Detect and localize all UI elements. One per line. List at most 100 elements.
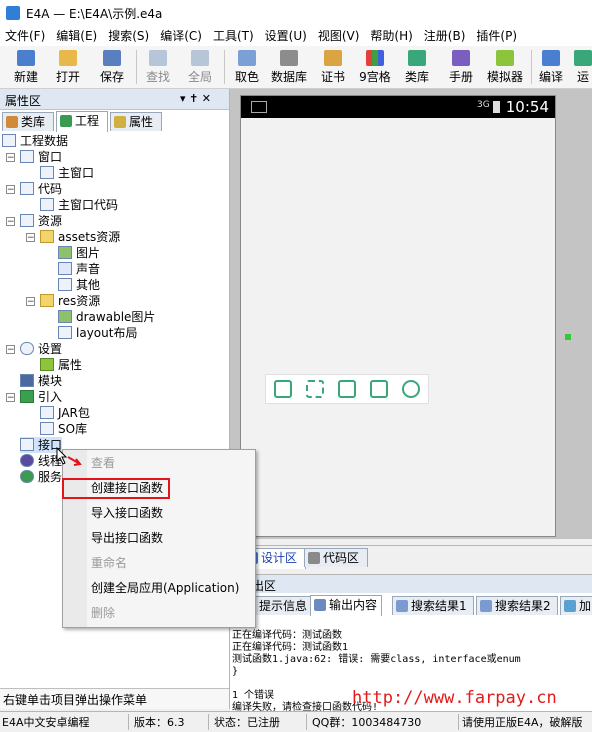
- tab-more[interactable]: 加: [560, 596, 592, 615]
- tab-library[interactable]: 类库: [2, 112, 54, 131]
- menu-settings[interactable]: 设置(U): [260, 26, 313, 44]
- global-button[interactable]: 全局: [182, 48, 218, 86]
- code-icon: [20, 182, 34, 195]
- collapse-toggle[interactable]: −: [6, 393, 15, 403]
- toolbar-separator: [531, 50, 532, 84]
- phone-preview[interactable]: 3G 10:54: [240, 95, 556, 537]
- panel-tabs: 类库 工程 属性: [0, 111, 229, 132]
- status-separator: [306, 714, 307, 730]
- keyboard-icon: [251, 101, 267, 113]
- properties-icon: [114, 116, 126, 128]
- tree-node[interactable]: drawable图片: [58, 309, 155, 325]
- settings-icon[interactable]: [402, 380, 420, 398]
- menu-item-rename[interactable]: 重命名: [91, 552, 127, 574]
- menu-help[interactable]: 帮助(H): [365, 26, 418, 44]
- tree-node[interactable]: assets资源: [40, 229, 120, 245]
- menu-edit[interactable]: 编辑(E): [51, 26, 103, 44]
- tab-output[interactable]: 输出内容: [310, 595, 382, 616]
- interface-icon: [20, 438, 34, 451]
- emulator-button[interactable]: 模拟器: [484, 48, 526, 86]
- tab-search-results-2[interactable]: 搜索结果2: [476, 596, 558, 615]
- copy-icon[interactable]: [274, 380, 292, 398]
- tree-node[interactable]: 工程数据: [2, 133, 68, 149]
- tree-node[interactable]: 属性: [40, 357, 82, 373]
- tree-node[interactable]: 设置: [20, 341, 62, 357]
- menu-item-import-interface[interactable]: 导入接口函数: [91, 502, 163, 524]
- status-separator: [128, 714, 129, 730]
- phone-status-bar: 3G 10:54: [241, 96, 555, 118]
- android-icon: [496, 50, 514, 66]
- tree-node[interactable]: 主窗口代码: [40, 197, 118, 213]
- collapse-toggle[interactable]: −: [6, 153, 15, 163]
- run-button[interactable]: 运: [574, 48, 592, 86]
- menu-item-create-application[interactable]: 创建全局应用(Application): [91, 577, 239, 599]
- menu-item-export-interface[interactable]: 导出接口函数: [91, 527, 163, 549]
- info-icon: [20, 342, 34, 355]
- tree-node[interactable]: 主窗口: [40, 165, 94, 181]
- search-icon: [480, 600, 492, 612]
- context-menu: 查看 创建接口函数 导入接口函数 导出接口函数 重命名 创建全局应用(Appli…: [62, 449, 256, 628]
- tree-node[interactable]: JAR包: [40, 405, 90, 421]
- tree-node[interactable]: 声音: [58, 261, 100, 277]
- database-button[interactable]: 数据库: [268, 48, 310, 86]
- collapse-toggle[interactable]: −: [6, 345, 15, 355]
- collapse-toggle[interactable]: −: [6, 217, 15, 227]
- tree-node[interactable]: 模块: [20, 373, 62, 389]
- cursor-arrow-icon: [56, 447, 82, 466]
- menu-file[interactable]: 文件(F): [0, 26, 51, 44]
- color-pick-button[interactable]: 取色: [230, 48, 264, 86]
- tree-node[interactable]: 服务: [20, 469, 62, 485]
- menu-item-view[interactable]: 查看: [91, 452, 115, 474]
- color-picker-icon: [238, 50, 256, 66]
- compile-icon: [542, 50, 560, 66]
- design-area: 3G 10:54: [230, 89, 592, 539]
- menu-register[interactable]: 注册(B): [419, 26, 472, 44]
- tree-node[interactable]: 窗口: [20, 149, 62, 165]
- output-tabs: 提示信息 输出内容 搜索结果1 搜索结果2 加: [230, 595, 592, 617]
- collapse-toggle[interactable]: −: [26, 233, 35, 243]
- status-version: 版本：6.3: [134, 716, 185, 729]
- tree-node[interactable]: 引入: [20, 389, 62, 405]
- menu-item-delete[interactable]: 删除: [91, 602, 115, 624]
- menu-compile[interactable]: 编译(C): [155, 26, 208, 44]
- panel-controls[interactable]: ▾ ✝ ✕: [180, 92, 211, 105]
- unknown-file-icon: [58, 278, 72, 291]
- share-icon[interactable]: [370, 380, 388, 398]
- find-button[interactable]: 查找: [140, 48, 176, 86]
- tree-node[interactable]: 其他: [58, 277, 100, 293]
- manual-button[interactable]: 手册: [444, 48, 478, 86]
- menu-search[interactable]: 搜索(S): [103, 26, 155, 44]
- output-line: 正在编译代码：测试函数: [232, 630, 342, 641]
- tree-node[interactable]: 图片: [58, 245, 100, 261]
- library-icon: [408, 50, 426, 66]
- save-button[interactable]: 保存: [94, 48, 130, 86]
- library-button[interactable]: 类库: [400, 48, 434, 86]
- database-icon: [280, 50, 298, 66]
- tab-properties[interactable]: 属性: [110, 112, 162, 131]
- module-icon: [20, 374, 34, 387]
- fullscreen-icon[interactable]: [306, 380, 324, 398]
- menu-view[interactable]: 视图(V): [313, 26, 366, 44]
- tree-node[interactable]: 代码: [20, 181, 62, 197]
- menu-tools[interactable]: 工具(T): [208, 26, 260, 44]
- new-button[interactable]: 新建: [6, 48, 46, 86]
- tab-search-results-1[interactable]: 搜索结果1: [392, 596, 474, 615]
- find-icon: [149, 50, 167, 66]
- grid9-button[interactable]: 9宫格: [356, 48, 394, 86]
- collapse-toggle[interactable]: −: [26, 297, 35, 307]
- resize-handle[interactable]: [565, 334, 571, 340]
- save-icon[interactable]: [338, 380, 356, 398]
- tree-node[interactable]: res资源: [40, 293, 100, 309]
- tab-project[interactable]: 工程: [56, 111, 108, 132]
- certificate-button[interactable]: 证书: [316, 48, 350, 86]
- open-button[interactable]: 打开: [50, 48, 86, 86]
- compile-button[interactable]: 编译: [536, 48, 566, 86]
- tree-node[interactable]: SO库: [40, 421, 87, 437]
- menu-gutter: [63, 450, 87, 627]
- tab-code[interactable]: 代码区: [304, 548, 368, 567]
- tree-node[interactable]: layout布局: [58, 325, 137, 341]
- phone-time: 10:54: [505, 98, 549, 116]
- collapse-toggle[interactable]: −: [6, 185, 15, 195]
- tree-node[interactable]: 资源: [20, 213, 62, 229]
- menu-plugins[interactable]: 插件(P): [471, 26, 523, 44]
